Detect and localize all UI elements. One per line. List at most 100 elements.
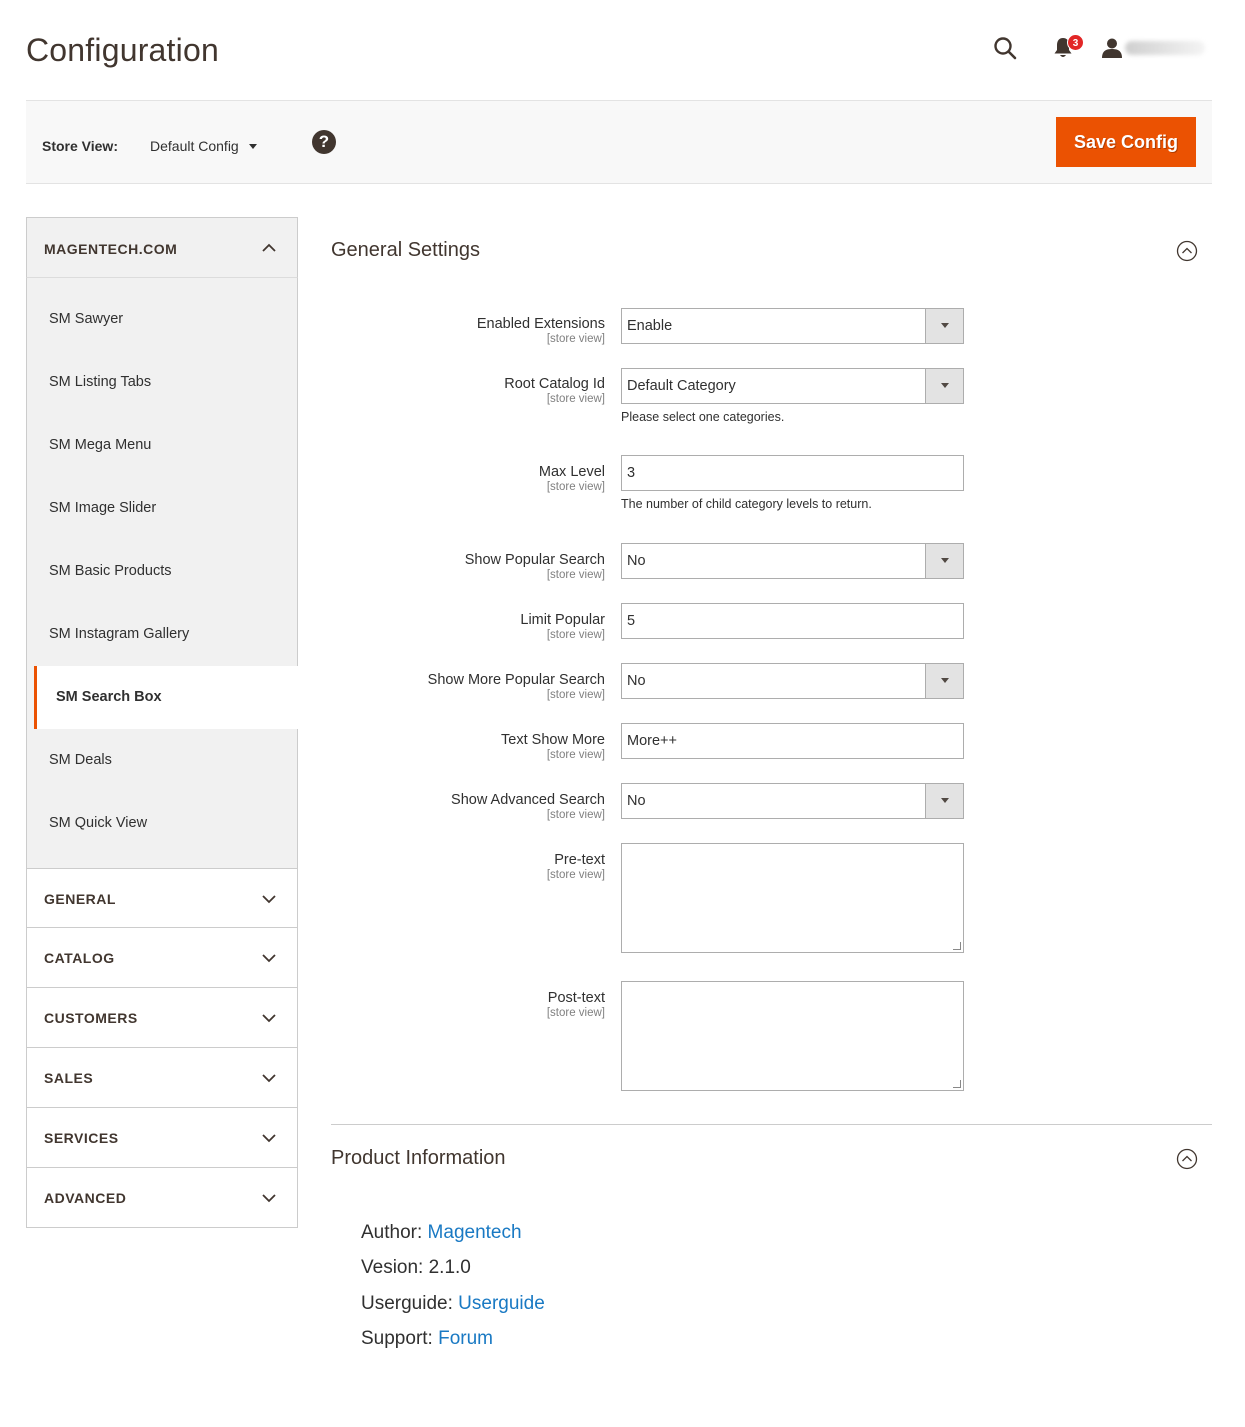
support-label: Support: [361, 1328, 433, 1349]
user-icon [1102, 38, 1122, 58]
chevron-down-icon [262, 1194, 276, 1203]
sidebar-item-list: SM Sawyer SM Listing Tabs SM Mega Menu S… [26, 278, 298, 868]
store-view-label: Store View: [42, 138, 118, 154]
sidebar-section-sales[interactable]: SALES [26, 1048, 298, 1108]
userguide-link[interactable]: Userguide [458, 1293, 545, 1314]
sidebar-section-customers[interactable]: CUSTOMERS [26, 988, 298, 1048]
global-search-button[interactable] [985, 30, 1025, 66]
version-row: Vesion: 2.1.0 [361, 1257, 471, 1279]
sidebar-item-sm-image-slider[interactable]: SM Image Slider [27, 477, 297, 540]
select-value: No [627, 673, 646, 689]
resize-handle-icon[interactable] [953, 1080, 961, 1088]
author-link[interactable]: Magentech [428, 1222, 522, 1243]
input-value: 3 [627, 465, 636, 481]
field-scope: [store view] [546, 809, 605, 821]
field-label-block: Show More Popular Search [store view] [305, 672, 605, 701]
store-view-selected: Default Config [150, 138, 239, 154]
pre-text-textarea[interactable] [621, 843, 964, 953]
user-account-button[interactable] [1101, 30, 1205, 66]
field-scope: [store view] [546, 569, 605, 581]
author-label: Author: [361, 1222, 423, 1243]
select-arrow-icon [925, 369, 963, 403]
sidebar-section-general[interactable]: GENERAL [26, 868, 298, 928]
save-config-button[interactable]: Save Config [1056, 117, 1196, 167]
store-view-dropdown[interactable]: Default Config [150, 138, 257, 154]
show-popular-search-select[interactable]: No [621, 543, 964, 579]
author-row: Author: Magentech [361, 1222, 522, 1244]
sidebar-item-sm-quick-view[interactable]: SM Quick View [27, 792, 297, 868]
select-arrow-icon [925, 309, 963, 343]
sidebar-section-label: GENERAL [44, 891, 116, 907]
notification-count-badge: 3 [1067, 34, 1084, 51]
sidebar-item-sm-sawyer[interactable]: SM Sawyer [27, 288, 297, 351]
sidebar-item-sm-deals[interactable]: SM Deals [27, 729, 297, 792]
resize-handle-icon[interactable] [953, 942, 961, 950]
sidebar-section-label: SALES [44, 1070, 94, 1086]
header-actions: 3 [985, 30, 1205, 66]
sidebar-item-sm-basic-products[interactable]: SM Basic Products [27, 540, 297, 603]
sidebar-section-advanced[interactable]: ADVANCED [26, 1168, 298, 1228]
show-advanced-search-select[interactable]: No [621, 783, 964, 819]
field-label: Show Advanced Search [451, 792, 605, 808]
field-scope: [store view] [546, 869, 605, 881]
field-label-block: Post-text [store view] [305, 990, 605, 1019]
select-value: No [627, 553, 646, 569]
field-note: The number of child category levels to r… [621, 497, 872, 511]
general-settings-title[interactable]: General Settings [331, 239, 480, 262]
page-title: Configuration [26, 32, 219, 68]
sidebar-section-catalog[interactable]: CATALOG [26, 928, 298, 988]
sidebar-group-label: MAGENTECH.COM [44, 241, 178, 257]
field-label-block: Pre-text [store view] [305, 852, 605, 881]
sidebar-group-magentech[interactable]: MAGENTECH.COM [26, 217, 298, 278]
field-label: Root Catalog Id [504, 376, 605, 392]
max-level-input[interactable]: 3 [621, 455, 964, 491]
limit-popular-input[interactable]: 5 [621, 603, 964, 639]
sidebar-item-sm-listing-tabs[interactable]: SM Listing Tabs [27, 351, 297, 414]
chevron-down-icon [262, 895, 276, 904]
store-switcher-bar: Store View: Default Config ? Save Config [26, 100, 1212, 184]
field-scope: [store view] [546, 393, 605, 405]
collapse-up-icon[interactable] [1176, 240, 1198, 262]
field-scope: [store view] [546, 1007, 605, 1019]
field-scope: [store view] [546, 333, 605, 345]
sidebar-section-services[interactable]: SERVICES [26, 1108, 298, 1168]
field-label: Post-text [547, 990, 605, 1006]
help-icon[interactable]: ? [312, 130, 336, 154]
field-scope: [store view] [546, 481, 605, 493]
version-text: Vesion: 2.1.0 [361, 1257, 471, 1278]
config-sidebar: MAGENTECH.COM SM Sawyer SM Listing Tabs … [26, 217, 298, 1228]
input-value: More++ [627, 733, 677, 749]
collapse-up-icon[interactable] [1176, 1148, 1198, 1170]
field-scope: [store view] [546, 749, 605, 761]
support-forum-link[interactable]: Forum [438, 1328, 493, 1349]
chevron-down-icon [262, 1014, 276, 1023]
user-name-redacted [1125, 41, 1205, 55]
sidebar-item-sm-instagram-gallery[interactable]: SM Instagram Gallery [27, 603, 297, 666]
field-scope: [store view] [546, 689, 605, 701]
field-label-block: Limit Popular [store view] [305, 612, 605, 641]
enabled-extensions-select[interactable]: Enable [621, 308, 964, 344]
field-label: Limit Popular [520, 612, 605, 628]
field-note: Please select one categories. [621, 410, 785, 424]
root-catalog-id-select[interactable]: Default Category [621, 368, 964, 404]
text-show-more-input[interactable]: More++ [621, 723, 964, 759]
select-arrow-icon [925, 544, 963, 578]
post-text-textarea[interactable] [621, 981, 964, 1091]
section-divider [331, 1124, 1212, 1125]
product-information-title[interactable]: Product Information [331, 1147, 506, 1170]
sidebar-item-sm-mega-menu[interactable]: SM Mega Menu [27, 414, 297, 477]
field-label-block: Root Catalog Id [store view] [305, 376, 605, 405]
sidebar-section-label: SERVICES [44, 1130, 119, 1146]
userguide-label: Userguide: [361, 1293, 453, 1314]
show-more-popular-search-select[interactable]: No [621, 663, 964, 699]
chevron-down-icon [262, 954, 276, 963]
sidebar-item-sm-search-box[interactable]: SM Search Box [34, 666, 298, 729]
field-label: Enabled Extensions [476, 316, 605, 332]
search-icon [994, 37, 1017, 60]
sidebar-section-label: CUSTOMERS [44, 1010, 138, 1026]
field-label: Show More Popular Search [427, 672, 605, 688]
select-arrow-icon [925, 784, 963, 818]
support-row: Support: Forum [361, 1328, 493, 1350]
notifications-button[interactable]: 3 [1043, 30, 1084, 66]
chevron-down-icon [262, 1134, 276, 1143]
